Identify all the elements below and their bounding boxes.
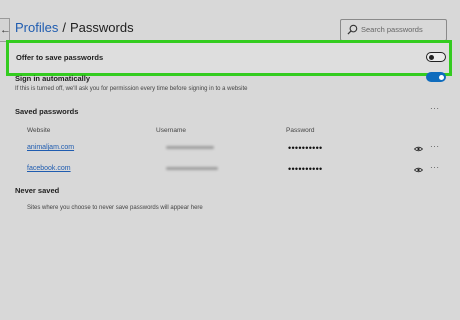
blurred-username: [166, 146, 214, 149]
sign-in-description: If this is turned off, we'll ask you for…: [15, 86, 248, 92]
column-header-username: Username: [156, 127, 186, 134]
sign-in-automatically-toggle[interactable]: [426, 72, 446, 82]
row-more-button[interactable]: ···: [430, 142, 440, 151]
never-saved-heading: Never saved: [15, 186, 60, 195]
eye-icon[interactable]: [414, 167, 423, 173]
back-arrow-icon: ←: [0, 24, 11, 36]
toggle-knob: [429, 54, 434, 60]
eye-icon[interactable]: [414, 146, 423, 152]
breadcrumb-separator: /: [62, 20, 66, 35]
offer-to-save-toggle[interactable]: [426, 52, 446, 62]
never-saved-description: Sites where you choose to never save pas…: [27, 205, 203, 211]
password-dots: ••••••••••: [288, 143, 323, 153]
password-dots: ••••••••••: [288, 164, 323, 174]
saved-site-link[interactable]: animaljam.com: [27, 144, 74, 151]
offer-to-save-label: Offer to save passwords: [16, 53, 104, 62]
toggle-knob: [439, 74, 444, 80]
back-button[interactable]: ←: [0, 18, 11, 42]
search-icon: [347, 24, 358, 35]
column-header-password: Password: [286, 127, 315, 134]
blurred-username: [166, 167, 218, 170]
saved-passwords-heading: Saved passwords: [15, 107, 79, 116]
column-header-website: Website: [27, 127, 51, 134]
saved-passwords-more-button[interactable]: ···: [430, 104, 440, 113]
sign-in-automatically-label: Sign in automatically: [15, 74, 91, 83]
breadcrumb-profiles-link[interactable]: Profiles: [15, 20, 58, 35]
saved-site-link[interactable]: facebook.com: [27, 165, 71, 172]
page-title: Passwords: [69, 20, 134, 35]
search-input[interactable]: [361, 21, 443, 37]
search-box[interactable]: [340, 19, 447, 41]
breadcrumb: Profiles / Passwords: [15, 20, 134, 35]
row-more-button[interactable]: ···: [430, 163, 440, 172]
